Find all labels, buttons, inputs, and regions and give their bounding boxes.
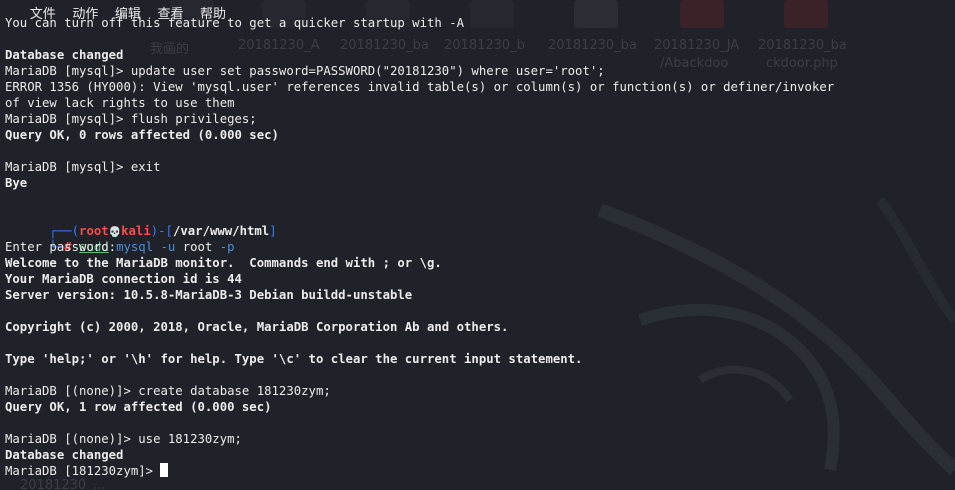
output-line: of view lack rights to use them [5,96,235,110]
terminal-output[interactable]: 文件 动作 编辑 查看 帮助 You can turn off this fea… [0,0,955,490]
output-line: Welcome to the MariaDB monitor. Commands… [5,256,442,270]
output-line: Query OK, 1 row affected (0.000 sec) [5,400,272,414]
cmd-mysql: mysql [116,240,154,254]
output-line: MariaDB [mysql]> flush privileges; [5,112,257,126]
output-line: Copyright (c) 2000, 2018, Oracle, MariaD… [5,320,509,334]
output-line: You can turn off this feature to get a q… [5,16,465,30]
output-line: MariaDB [(none)]> use 181230zym; [5,432,242,446]
cmd-flag-u: -u [160,240,176,254]
cmd-flag-p: -p [219,240,235,254]
shell-command-line: └─# sudo mysql -u root -p [5,223,234,254]
prompt-box-close: ] [269,224,277,238]
shell-prompt-line: ┌──(root💀kali)-[/var/www/html] [5,207,276,238]
output-line: Database changed [5,48,124,62]
output-line: ERROR 1356 (HY000): View 'mysql.user' re… [5,80,835,94]
terminal-menubar: 文件 动作 编辑 查看 帮助 [5,0,226,22]
text-cursor[interactable] [160,463,169,477]
mysql-input-line[interactable]: MariaDB [181230zym]> [5,463,169,479]
mysql-prompt: MariaDB [181230zym]> [5,464,161,478]
output-line: MariaDB [mysql]> exit [5,160,161,174]
cmd-root: root [182,240,213,254]
output-line: Enter password: [5,240,117,254]
output-line: Type 'help;' or '\h' for help. Type '\c'… [5,352,583,366]
output-line: Server version: 10.5.8-MariaDB-3 Debian … [5,288,413,302]
output-line: Database changed [5,448,124,462]
output-line: Bye [5,176,28,190]
terminal-window[interactable]: 我画的 20181230_A 20181230_ba 20181230_b 20… [0,0,955,490]
output-line: MariaDB [mysql]> update user set passwor… [5,64,605,78]
output-line: Your MariaDB connection id is 44 [5,272,242,286]
output-line: MariaDB [(none)]> create database 181230… [5,384,331,398]
output-line: Query OK, 0 rows affected (0.000 sec) [5,128,279,142]
